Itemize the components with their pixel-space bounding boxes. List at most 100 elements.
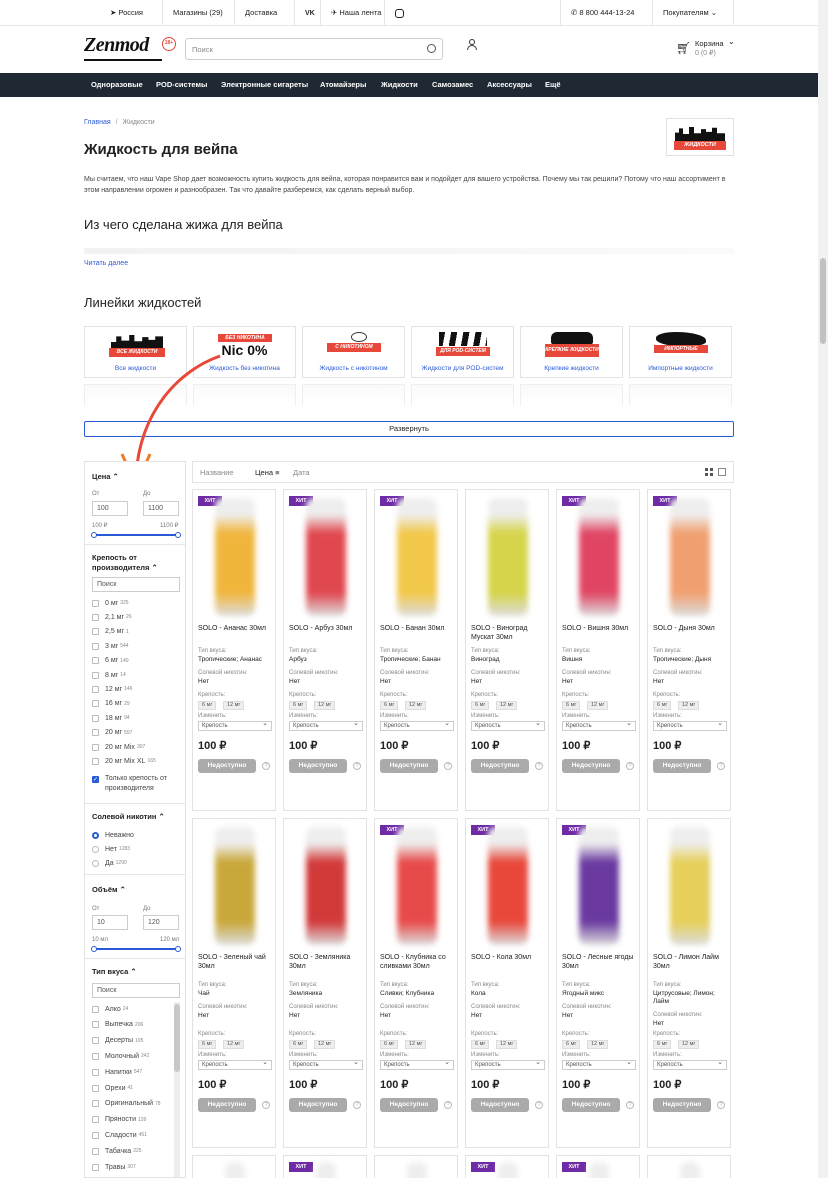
strength-tag[interactable]: 12 мг: [587, 1040, 609, 1049]
price-min-handle[interactable]: [91, 532, 97, 538]
nav-item-diy[interactable]: Самозамес: [432, 73, 473, 97]
taste-option[interactable]: Сладости 451: [92, 1129, 147, 1141]
strength-tag[interactable]: 6 мг: [380, 1040, 399, 1049]
strength-tag[interactable]: 6 мг: [289, 701, 308, 710]
strength-select[interactable]: Крепость: [198, 1059, 272, 1070]
sort-by-name[interactable]: Название: [200, 468, 234, 477]
salt-option[interactable]: Неважно: [92, 829, 136, 841]
city-selector[interactable]: ➤ Россия: [100, 0, 153, 25]
logo[interactable]: Zenmod 18+: [84, 34, 176, 61]
taste-search-input[interactable]: Поиск: [92, 983, 180, 998]
product-card[interactable]: ХИТ SOLO - Кола 30мл Тип вкуса: Кола Солевой…: [465, 818, 549, 1148]
price-to-input[interactable]: 1100: [143, 501, 179, 516]
product-name[interactable]: SOLO - Лесные ягоды 30мл: [562, 953, 638, 971]
strength-option[interactable]: 3 мг 544: [92, 640, 129, 652]
product-name[interactable]: SOLO - Арбуз 30мл: [289, 624, 365, 633]
help-icon[interactable]: ?: [535, 762, 543, 770]
checkbox[interactable]: [92, 671, 99, 679]
price-max-handle[interactable]: [175, 532, 181, 538]
strength-tag[interactable]: 6 мг: [380, 701, 399, 710]
checkbox[interactable]: [92, 642, 99, 650]
strength-select[interactable]: Крепость: [562, 1059, 636, 1070]
help-icon[interactable]: ?: [262, 1101, 270, 1109]
checkbox[interactable]: [92, 1084, 99, 1092]
stores-link[interactable]: Магазины (29): [162, 0, 233, 25]
series-card-pod[interactable]: ДЛЯ POD-СИСТЕМ Жидкости для POD-систем: [411, 326, 514, 378]
checkbox[interactable]: [92, 743, 99, 751]
unavailable-button[interactable]: Недоступно: [289, 759, 347, 773]
buyers-menu[interactable]: Покупателям ⌄: [652, 0, 734, 25]
strength-tag[interactable]: 6 мг: [653, 1040, 672, 1049]
strength-search-input[interactable]: Поиск: [92, 577, 180, 592]
strength-tag[interactable]: 12 мг: [223, 701, 245, 710]
unavailable-button[interactable]: Недоступно: [471, 1098, 529, 1112]
page-scrollbar[interactable]: [818, 0, 828, 1178]
salt-option[interactable]: Да 1290: [92, 857, 127, 869]
checkbox[interactable]: [92, 628, 99, 636]
taste-option[interactable]: Табачка 225: [92, 1145, 142, 1157]
checkbox[interactable]: [92, 1116, 99, 1124]
filter-price-title[interactable]: Цена ⌃: [92, 472, 119, 481]
checkbox[interactable]: [92, 1052, 99, 1060]
strength-tag[interactable]: 12 мг: [405, 1040, 427, 1049]
radio[interactable]: [92, 859, 99, 867]
price-from-input[interactable]: 100: [92, 501, 128, 516]
product-card[interactable]: ХИТ SOLO - Банан 30мл Тип вкуса: Тропически…: [374, 489, 458, 811]
checkbox[interactable]: [92, 1163, 99, 1171]
product-card[interactable]: ХИТ SOLO - Вишня 30мл Тип вкуса: Вишня Солев…: [556, 489, 640, 811]
nav-item-accessories[interactable]: Аксессуары: [487, 73, 532, 97]
volume-min-handle[interactable]: [91, 946, 97, 952]
product-card[interactable]: ХИТ: [556, 1155, 640, 1178]
product-image[interactable]: [488, 827, 528, 945]
strength-select[interactable]: Крепость: [471, 720, 545, 731]
strength-tag[interactable]: 12 мг: [587, 701, 609, 710]
search-box[interactable]: Поиск: [185, 38, 443, 60]
product-card[interactable]: ХИТ SOLO - Дыня 30мл Тип вкуса: Тропические…: [647, 489, 731, 811]
strength-tag[interactable]: 12 мг: [496, 1040, 518, 1049]
volume-to-input[interactable]: 120: [143, 915, 179, 930]
product-name[interactable]: SOLO - Кола 30мл: [471, 953, 547, 962]
taste-option[interactable]: Напитки 547: [92, 1066, 142, 1078]
strength-tag[interactable]: 12 мг: [678, 1040, 700, 1049]
help-icon[interactable]: ?: [717, 762, 725, 770]
series-card-strong[interactable]: КРЕПКИЕ ЖИДКОСТИ Крепкие жидкости: [520, 326, 623, 378]
product-image[interactable]: [225, 1162, 245, 1178]
strength-tag[interactable]: 12 мг: [314, 1040, 336, 1049]
strength-select[interactable]: Крепость: [289, 720, 363, 731]
strength-option[interactable]: 16 мг 29: [92, 698, 130, 710]
checkbox[interactable]: [92, 1100, 99, 1108]
checkbox[interactable]: [92, 700, 99, 708]
product-image[interactable]: [498, 1162, 518, 1178]
series-card-nic[interactable]: С НИКОТИНОМ Жидкость с никотином: [302, 326, 405, 378]
product-image[interactable]: [215, 827, 255, 945]
checkbox[interactable]: [92, 729, 99, 737]
sort-by-price[interactable]: Цена ≡: [255, 468, 280, 477]
product-name[interactable]: SOLO - Банан 30мл: [380, 624, 456, 633]
strength-option[interactable]: 12 мг 146: [92, 683, 132, 695]
checkbox[interactable]: [92, 1037, 99, 1045]
product-image[interactable]: [579, 827, 619, 945]
product-name[interactable]: SOLO - Зеленый чай 30мл: [198, 953, 274, 971]
product-name[interactable]: SOLO - Ананас 30мл: [198, 624, 274, 633]
checkbox[interactable]: [92, 714, 99, 722]
help-icon[interactable]: ?: [444, 762, 452, 770]
checkbox[interactable]: [92, 613, 99, 621]
strength-option[interactable]: 2,1 мг 26: [92, 611, 132, 623]
unavailable-button[interactable]: Недоступно: [380, 759, 438, 773]
series-card-import[interactable]: ИМПОРТНЫЕ Импортные жидкости: [629, 326, 732, 378]
strength-tag[interactable]: 6 мг: [562, 701, 581, 710]
unavailable-button[interactable]: Недоступно: [289, 1098, 347, 1112]
checkbox[interactable]: [92, 599, 99, 607]
scrollbar-thumb[interactable]: [820, 258, 826, 344]
taste-option[interactable]: Выпечка 206: [92, 1019, 143, 1031]
strength-option[interactable]: 20 мг Mix XL 165: [92, 755, 156, 767]
strength-tag[interactable]: 12 мг: [314, 701, 336, 710]
product-image[interactable]: [579, 498, 619, 616]
volume-from-input[interactable]: 10: [92, 915, 128, 930]
phone-link[interactable]: ✆ 8 800 444-13-24: [560, 0, 644, 25]
help-icon[interactable]: ?: [353, 762, 361, 770]
nav-item-ecig[interactable]: Электронные сигареты: [221, 73, 308, 97]
unavailable-button[interactable]: Недоступно: [380, 1098, 438, 1112]
product-name[interactable]: SOLO - Лимон Лайм 30мл: [653, 953, 729, 971]
help-icon[interactable]: ?: [535, 1101, 543, 1109]
